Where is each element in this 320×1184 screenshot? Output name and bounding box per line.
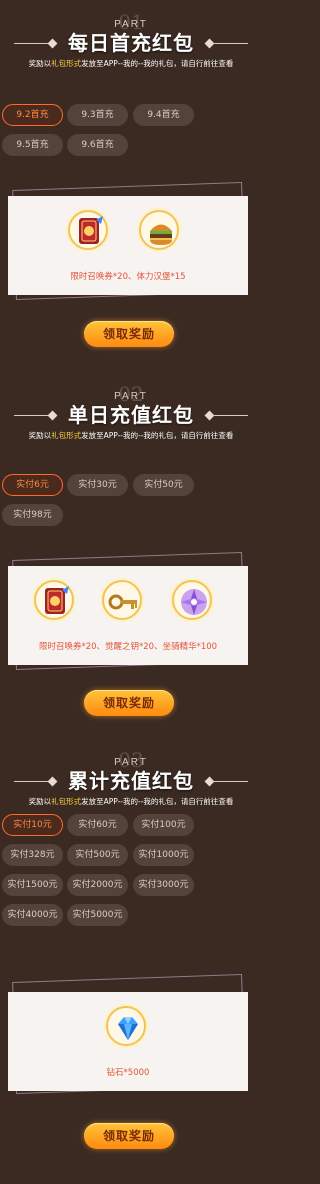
tab-day-9-2[interactable]: 9.2首充 <box>2 104 63 126</box>
tab-total-4000[interactable]: 实付4000元 <box>2 904 63 926</box>
title-divider-right <box>212 415 248 416</box>
tab-pay-98[interactable]: 实付98元 <box>2 504 63 526</box>
tab-pay-30[interactable]: 实付30元 <box>67 474 128 496</box>
part-label: PART <box>114 757 148 768</box>
reward-description: 限时召唤券*20、体力汉堡*15 <box>70 272 186 282</box>
title-divider-right <box>212 781 248 782</box>
part-label: PART <box>114 19 148 30</box>
reward-card: 限时召唤券*20、体力汉堡*15 <box>8 196 248 295</box>
mount-essence-icon <box>172 580 212 620</box>
summon-ticket-icon <box>34 580 74 620</box>
tab-total-500[interactable]: 实付500元 <box>67 844 128 866</box>
section-subtitle: 奖励以礼包形式发放至APP--我的--我的礼包，请自行前往查看 <box>28 797 234 806</box>
reward-card: 钻石*5000 <box>8 992 248 1091</box>
diamond-icon <box>106 1006 146 1046</box>
tab-total-1000[interactable]: 实付1000元 <box>133 844 194 866</box>
tab-total-1500[interactable]: 实付1500元 <box>2 874 63 896</box>
title-divider-right <box>212 43 248 44</box>
section-title-row: 累计充值红包 <box>0 768 262 794</box>
reward-description: 钻石*5000 <box>106 1068 150 1078</box>
claim-reward-button[interactable]: 领取奖励 <box>84 321 174 347</box>
tab-pay-50[interactable]: 实付50元 <box>133 474 194 496</box>
section-title-row: 每日首充红包 <box>0 30 262 56</box>
part-label: PART <box>114 391 148 402</box>
tab-day-9-6[interactable]: 9.6首充 <box>67 134 128 156</box>
tab-day-9-4[interactable]: 9.4首充 <box>133 104 194 126</box>
tab-total-60[interactable]: 实付60元 <box>67 814 128 836</box>
tab-total-5000[interactable]: 实付5000元 <box>67 904 128 926</box>
reward-description: 限时召唤券*20、觉醒之钥*20、坐骑精华*100 <box>38 642 218 652</box>
tab-total-100[interactable]: 实付100元 <box>133 814 194 836</box>
reward-card: 限时召唤券*20、觉醒之钥*20、坐骑精华*100 <box>8 566 248 665</box>
stamina-burger-icon <box>139 210 179 250</box>
tab-total-2000[interactable]: 实付2000元 <box>67 874 128 896</box>
summon-ticket-icon <box>68 210 108 250</box>
tab-pay-6[interactable]: 实付6元 <box>2 474 63 496</box>
awakening-key-icon <box>102 580 142 620</box>
claim-reward-button[interactable]: 领取奖励 <box>84 690 174 716</box>
tab-day-9-3[interactable]: 9.3首充 <box>67 104 128 126</box>
tab-total-10[interactable]: 实付10元 <box>2 814 63 836</box>
tab-total-3000[interactable]: 实付3000元 <box>133 874 194 896</box>
section-title-row: 单日充值红包 <box>0 402 262 428</box>
section-subtitle: 奖励以礼包形式发放至APP--我的--我的礼包，请自行前往查看 <box>28 59 234 68</box>
section-subtitle: 奖励以礼包形式发放至APP--我的--我的礼包，请自行前往查看 <box>28 431 234 440</box>
claim-reward-button[interactable]: 领取奖励 <box>84 1123 174 1149</box>
tab-day-9-5[interactable]: 9.5首充 <box>2 134 63 156</box>
tab-total-328[interactable]: 实付328元 <box>2 844 63 866</box>
